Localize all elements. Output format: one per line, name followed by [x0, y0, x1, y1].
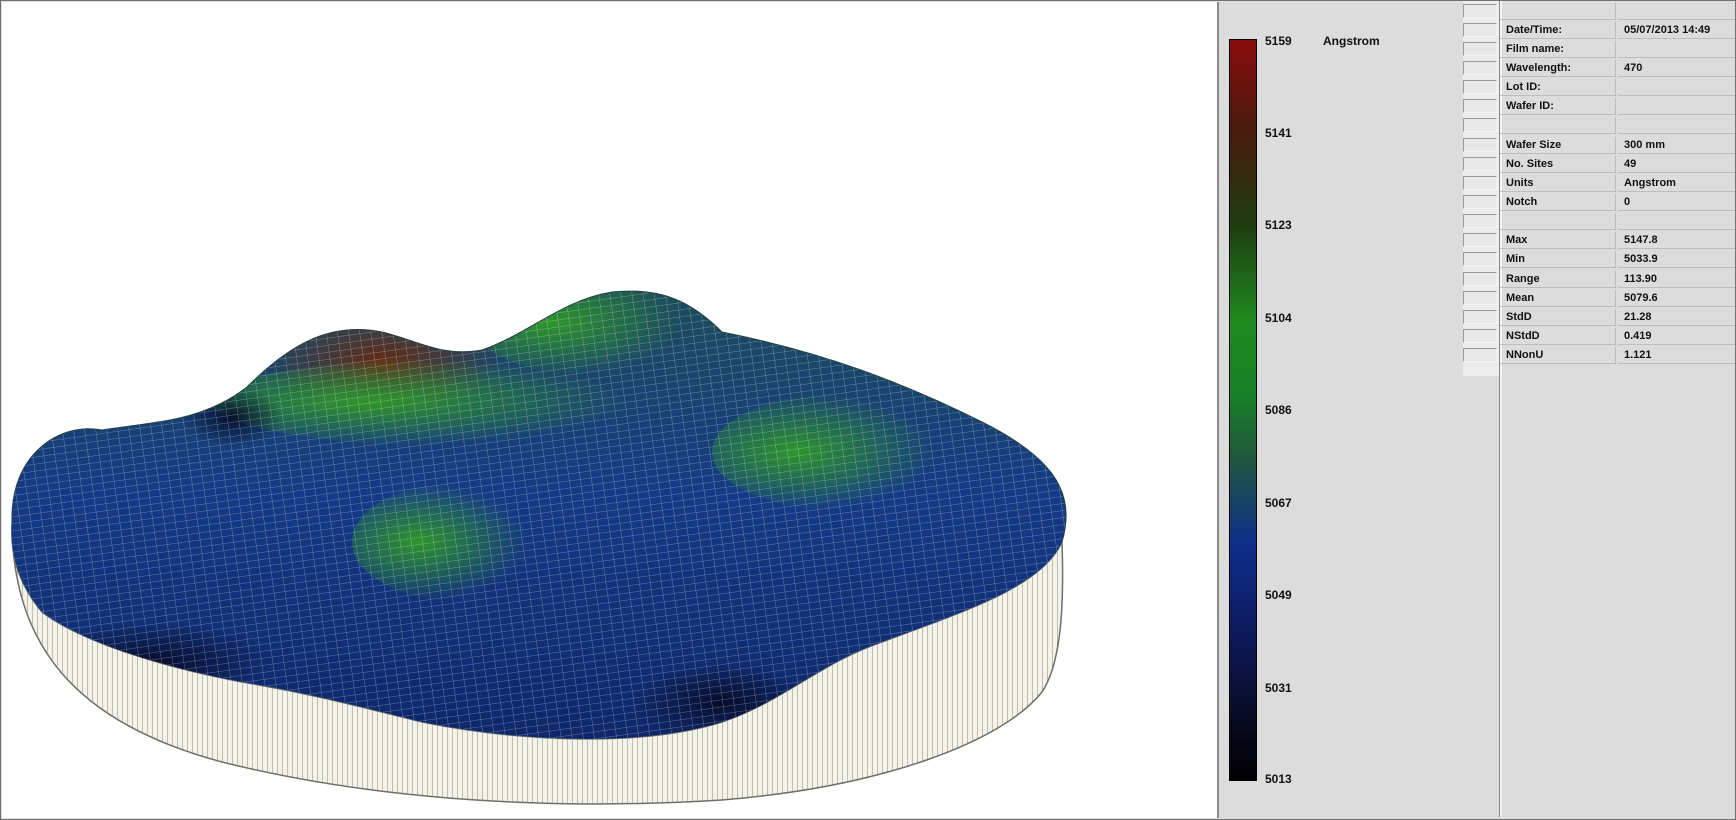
- param-label: [1500, 117, 1616, 134]
- param-value[interactable]: 113.90: [1618, 271, 1735, 288]
- param-value[interactable]: 300 mm: [1618, 137, 1735, 154]
- row-selector[interactable]: [1463, 329, 1497, 343]
- row-selector[interactable]: [1463, 272, 1497, 286]
- param-value[interactable]: 470: [1618, 60, 1735, 77]
- param-value[interactable]: 0.419: [1618, 328, 1735, 345]
- param-label: NStdD: [1500, 328, 1616, 345]
- row-selector[interactable]: [1463, 214, 1497, 228]
- param-label: Notch: [1500, 194, 1616, 211]
- param-value[interactable]: 1.121: [1618, 347, 1735, 364]
- table-row: No. Sites 49: [1463, 156, 1735, 175]
- table-row: StdD 21.28: [1463, 309, 1735, 328]
- thickness-map-window: Angstrom 5159 5141 5123 5104 5086 5067 5…: [0, 0, 1736, 820]
- table-row: Wafer Size 300 mm: [1463, 137, 1735, 156]
- color-scale-tick: 5104: [1265, 311, 1292, 325]
- row-selector[interactable]: [1463, 138, 1497, 152]
- row-selector[interactable]: [1463, 23, 1497, 37]
- color-scale-unit: Angstrom: [1323, 34, 1380, 48]
- param-value[interactable]: [1618, 98, 1735, 115]
- row-selector[interactable]: [1463, 252, 1497, 266]
- color-scale-tick: 5086: [1265, 403, 1292, 417]
- param-value[interactable]: 21.28: [1618, 309, 1735, 326]
- table-row: [1463, 117, 1735, 136]
- wafer-3d-surface: [10, 290, 1067, 805]
- row-selector[interactable]: [1463, 176, 1497, 190]
- row-selector[interactable]: [1463, 61, 1497, 75]
- param-label: [1500, 3, 1616, 20]
- row-selector[interactable]: [1463, 80, 1497, 94]
- color-scale-tick: 5013: [1265, 772, 1292, 786]
- table-row: Wavelength: 470: [1463, 60, 1735, 79]
- row-selector[interactable]: [1463, 310, 1497, 324]
- table-row: Film name:: [1463, 41, 1735, 60]
- row-selector[interactable]: [1463, 291, 1497, 305]
- param-label: Units: [1500, 175, 1616, 192]
- table-row: NStdD 0.419: [1463, 328, 1735, 347]
- row-selector[interactable]: [1463, 348, 1497, 362]
- param-value[interactable]: [1618, 3, 1735, 20]
- row-selector[interactable]: [1463, 4, 1497, 18]
- param-value[interactable]: 5147.8: [1618, 232, 1735, 249]
- param-label: Range: [1500, 271, 1616, 288]
- param-label: Max: [1500, 232, 1616, 249]
- table-row: Wafer ID:: [1463, 98, 1735, 117]
- param-label: Film name:: [1500, 41, 1616, 58]
- param-label: Mean: [1500, 290, 1616, 307]
- param-value[interactable]: [1618, 41, 1735, 58]
- table-row: NNonU 1.121: [1463, 347, 1735, 366]
- table-row: Range 113.90: [1463, 271, 1735, 290]
- param-label: Wafer ID:: [1500, 98, 1616, 115]
- param-label: NNonU: [1500, 347, 1616, 364]
- row-selector[interactable]: [1463, 233, 1497, 247]
- param-label: Min: [1500, 251, 1616, 268]
- param-label: Wavelength:: [1500, 60, 1616, 77]
- param-value[interactable]: 5079.6: [1618, 290, 1735, 307]
- row-selector[interactable]: [1463, 157, 1497, 171]
- row-selector[interactable]: [1463, 195, 1497, 209]
- table-row: Notch 0: [1463, 194, 1735, 213]
- param-label: Wafer Size: [1500, 137, 1616, 154]
- row-selector[interactable]: [1463, 42, 1497, 56]
- wafer-3d-map-viewport[interactable]: [2, 2, 1219, 818]
- param-value[interactable]: [1618, 117, 1735, 134]
- color-scale-tick: 5159: [1265, 34, 1292, 48]
- table-row: Min 5033.9: [1463, 251, 1735, 270]
- table-row: Date/Time: 05/07/2013 14:49: [1463, 22, 1735, 41]
- color-scale-tick: 5067: [1265, 496, 1292, 510]
- table-row: Units Angstrom: [1463, 175, 1735, 194]
- param-value[interactable]: Angstrom: [1618, 175, 1735, 192]
- row-selector[interactable]: [1463, 99, 1497, 113]
- color-scale-tick: 5123: [1265, 218, 1292, 232]
- color-scale-tick: 5141: [1265, 126, 1292, 140]
- param-label: [1500, 213, 1616, 230]
- param-value[interactable]: 5033.9: [1618, 251, 1735, 268]
- param-value[interactable]: [1618, 79, 1735, 96]
- param-label: Date/Time:: [1500, 22, 1616, 39]
- param-value[interactable]: 0: [1618, 194, 1735, 211]
- table-row: [1463, 213, 1735, 232]
- color-scale-tick: 5031: [1265, 681, 1292, 695]
- table-row: Max 5147.8: [1463, 232, 1735, 251]
- param-value[interactable]: [1618, 213, 1735, 230]
- param-label: No. Sites: [1500, 156, 1616, 173]
- param-label: StdD: [1500, 309, 1616, 326]
- table-row: [1463, 3, 1735, 22]
- param-label: Lot ID:: [1500, 79, 1616, 96]
- color-scale-tick: 5049: [1265, 588, 1292, 602]
- row-selector[interactable]: [1463, 118, 1497, 132]
- param-value[interactable]: 05/07/2013 14:49: [1618, 22, 1735, 39]
- table-row: Mean 5079.6: [1463, 290, 1735, 309]
- param-value[interactable]: 49: [1618, 156, 1735, 173]
- color-scale-bar: [1229, 39, 1257, 781]
- table-row: Lot ID:: [1463, 79, 1735, 98]
